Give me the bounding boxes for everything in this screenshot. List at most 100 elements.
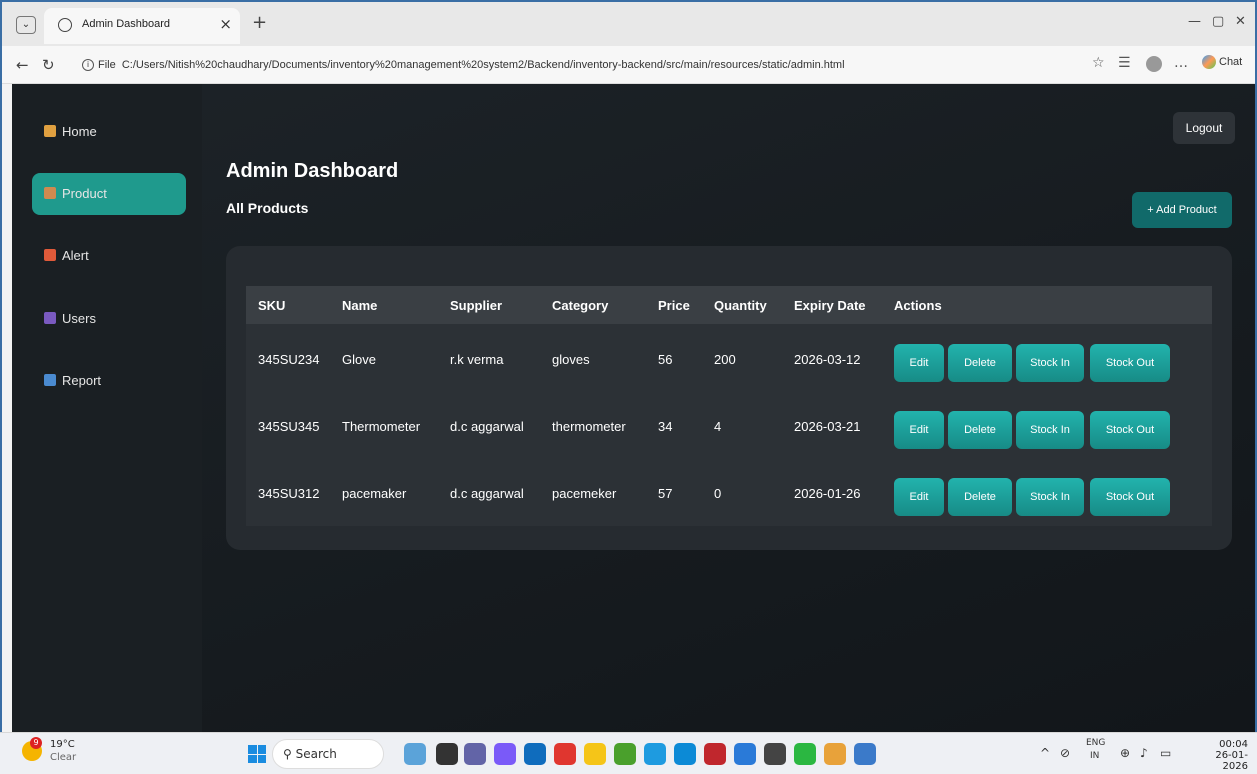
page-title: Admin Dashboard [226, 160, 399, 182]
tab-title: Admin Dashboard [82, 18, 171, 30]
close-window-icon[interactable]: ✕ [1235, 14, 1246, 29]
database-icon[interactable] [854, 743, 876, 765]
delete-button[interactable]: Delete [948, 411, 1012, 449]
taskbar-search[interactable]: ⚲ Search [272, 739, 384, 769]
restore-icon[interactable]: ▢ [1212, 14, 1224, 29]
windows-start-icon[interactable] [248, 745, 266, 763]
sidebar-item-home[interactable]: Home [32, 111, 186, 153]
table-row: 345SU312 pacemaker d.c aggarwal pacemeke… [246, 458, 1212, 525]
time: 00:04 [1219, 739, 1248, 750]
logout-button[interactable]: Logout [1173, 112, 1235, 144]
category-cell: pacemeker [552, 486, 617, 501]
new-tab-icon[interactable]: + [252, 12, 267, 33]
store-icon[interactable] [524, 743, 546, 765]
minimize-icon[interactable]: — [1188, 14, 1201, 29]
file-explorer-icon[interactable] [584, 743, 606, 765]
column-header: Price [658, 298, 690, 313]
url-text: C:/Users/Nitish%20chaudhary/Documents/in… [121, 59, 845, 71]
vscode-icon[interactable] [734, 743, 756, 765]
stock-in-button[interactable]: Stock In [1016, 344, 1084, 382]
stock-out-button[interactable]: Stock Out [1090, 478, 1170, 516]
user-icon [44, 312, 56, 324]
sidebar-item-alert[interactable]: Alert [32, 235, 186, 277]
name-cell: Glove [342, 352, 376, 367]
teams-icon[interactable] [464, 743, 486, 765]
clock[interactable]: 00:04 26-01-2026 [1200, 739, 1248, 772]
mcafee-icon[interactable] [704, 743, 726, 765]
copilot-app-icon[interactable] [494, 743, 516, 765]
info-icon[interactable]: i [82, 59, 94, 72]
add-product-button[interactable]: + Add Product [1132, 192, 1232, 228]
edit-button[interactable]: Edit [894, 411, 944, 449]
edge-icon[interactable] [674, 743, 696, 765]
address-bar: ← ↻ i File C:/Users/Nitish%20chaudhary/Do… [2, 46, 1255, 84]
battery-icon[interactable]: ▭ [1160, 746, 1171, 760]
edge-beta-icon[interactable] [644, 743, 666, 765]
expiry-cell: 2026-01-26 [794, 486, 861, 501]
back-icon[interactable]: ← [16, 56, 29, 74]
products-table: SKU Name Supplier Category Price Quantit… [246, 286, 1212, 526]
volume-icon[interactable]: ♪ [1140, 746, 1148, 760]
column-header: Expiry Date [794, 298, 866, 313]
refresh-icon[interactable]: ↻ [42, 56, 55, 74]
edit-button[interactable]: Edit [894, 478, 944, 516]
box-icon [44, 187, 56, 199]
stock-in-button[interactable]: Stock In [1016, 411, 1084, 449]
date: 26-01-2026 [1215, 750, 1248, 772]
quantity-cell: 200 [714, 352, 736, 367]
stock-in-button[interactable]: Stock In [1016, 478, 1084, 516]
taskbar: 9 19°C Clear ⚲ Search ^ ⊘ ENG IN ⊕ ♪ ▭ 0… [0, 732, 1257, 774]
name-cell: pacemaker [342, 486, 407, 501]
page-content: Home Product Alert Users Report Admin Da… [12, 84, 1255, 734]
column-header: Name [342, 298, 378, 313]
column-header: Supplier [450, 298, 503, 313]
language-indicator[interactable]: ENG [1086, 738, 1105, 748]
widgets-icon[interactable] [404, 743, 426, 765]
sku-cell: 345SU312 [258, 486, 320, 501]
table-header: SKU Name Supplier Category Price Quantit… [246, 286, 1212, 324]
supplier-cell: d.c aggarwal [450, 419, 524, 434]
quantity-cell: 4 [714, 419, 722, 434]
chat-button[interactable]: Chat [1202, 55, 1242, 69]
app-diamond-icon[interactable] [554, 743, 576, 765]
column-header: Category [552, 298, 609, 313]
more-icon[interactable]: … [1174, 55, 1188, 71]
chrome-alt-icon[interactable] [824, 743, 846, 765]
expiry-cell: 2026-03-21 [794, 419, 861, 434]
column-header: SKU [258, 298, 286, 313]
price-cell: 34 [658, 419, 673, 434]
house-icon [44, 125, 56, 137]
favorites-list-icon[interactable]: ☰ [1118, 55, 1131, 71]
browser-tab[interactable]: Admin Dashboard × [44, 8, 240, 44]
sidebar-item-users[interactable]: Users [32, 298, 186, 340]
terminal-icon[interactable] [764, 743, 786, 765]
delete-button[interactable]: Delete [948, 478, 1012, 516]
edit-button[interactable]: Edit [894, 344, 944, 382]
sku-cell: 345SU234 [258, 352, 320, 367]
no-wifi-icon[interactable]: ⊘ [1060, 746, 1070, 760]
url-field[interactable]: i File C:/Users/Nitish%20chaudhary/Docume… [74, 52, 1074, 78]
browser-window: ⌄ Admin Dashboard × + — ▢ ✕ ← ↻ i File C:… [0, 0, 1257, 774]
table-row: 345SU234 Glove r.k verma gloves 56 200 2… [246, 324, 1212, 391]
tab-menu-icon[interactable]: ⌄ [16, 16, 36, 34]
expiry-cell: 2026-03-12 [794, 352, 861, 367]
task-view-icon[interactable] [436, 743, 458, 765]
supplier-cell: r.k verma [450, 352, 504, 367]
close-tab-icon[interactable]: × [219, 15, 232, 33]
profile-avatar[interactable] [1146, 56, 1162, 72]
sidebar-item-report[interactable]: Report [32, 360, 186, 402]
network-icon[interactable]: ⊕ [1120, 746, 1130, 760]
sidebar: Home Product Alert Users Report [12, 84, 202, 734]
sidebar-item-product[interactable]: Product [32, 173, 186, 215]
delete-button[interactable]: Delete [948, 344, 1012, 382]
whatsapp-icon[interactable] [794, 743, 816, 765]
stock-out-button[interactable]: Stock Out [1090, 344, 1170, 382]
products-card: SKU Name Supplier Category Price Quantit… [226, 246, 1232, 550]
chevron-up-icon[interactable]: ^ [1040, 746, 1050, 760]
file-label: File [98, 59, 116, 71]
stock-out-button[interactable]: Stock Out [1090, 411, 1170, 449]
tab-bar: ⌄ Admin Dashboard × + — ▢ ✕ [2, 2, 1255, 46]
favorite-icon[interactable]: ☆ [1092, 55, 1105, 71]
region-indicator: IN [1090, 751, 1100, 761]
chrome-icon[interactable] [614, 743, 636, 765]
